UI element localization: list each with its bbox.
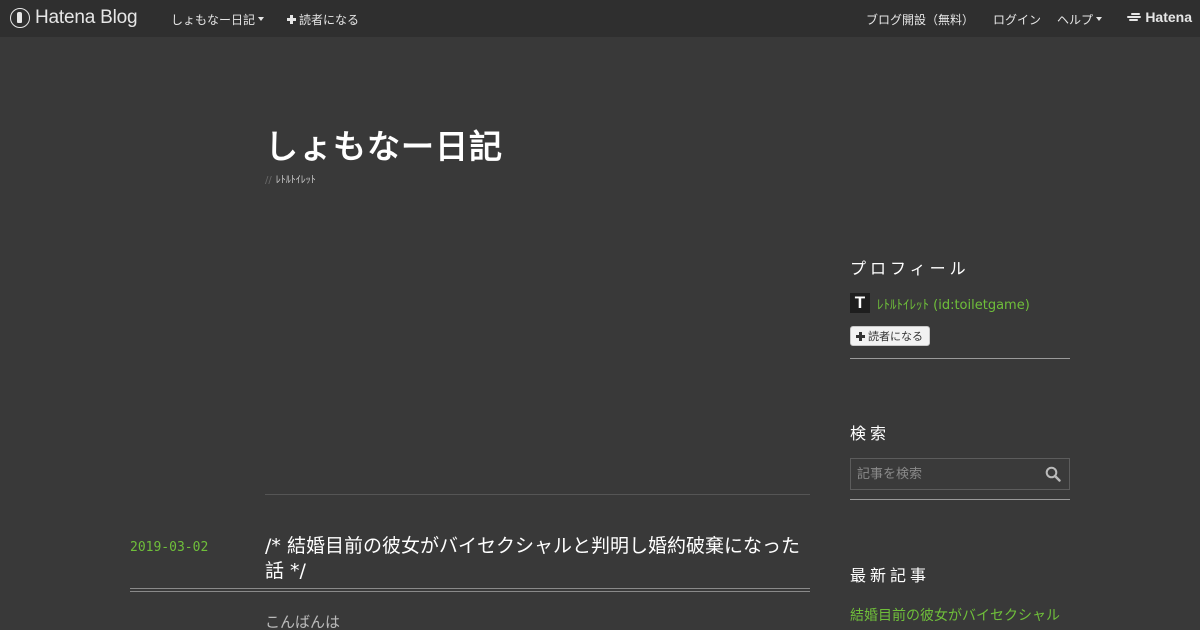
blog-menu-label: しょもなー日記 [171,12,256,27]
sidebar-divider [850,358,1070,359]
login-link[interactable]: ログイン [993,11,1041,27]
sidebar-divider [850,499,1070,500]
entry-title[interactable]: /* 結婚目前の彼女がバイセクシャルと判明し婚約破棄になった話 */ [265,534,810,584]
hatena-logo-text: Hatena [1145,9,1192,25]
entry-title-rule [130,588,810,592]
blog-title[interactable]: しょもなー日記 [265,120,503,168]
avatar[interactable]: T [850,293,870,313]
subscribe-button-label: 読者になる [868,330,923,343]
open-blog-label: ブログ開設（無料） [866,12,975,27]
plus-icon [856,331,865,341]
blog-menu-dropdown[interactable]: しょもなー日記 [171,11,265,27]
content-divider [265,494,810,495]
search-input[interactable] [851,459,1041,489]
description-prefix: // [265,175,272,186]
latest-entry-link[interactable]: 結婚目前の彼女がバイセクシャル [850,605,1060,625]
hatena-blog-logo[interactable]: Hatena Blog [10,7,138,29]
entry-body-text: こんばんは [265,613,341,630]
subscribe-label: 読者になる [299,12,360,27]
latest-heading: 最新記事 [850,566,931,585]
profile-row: T ﾚﾄﾙﾄｲﾚｯﾄ (id:toiletgame) [850,293,1030,313]
plus-icon [287,14,296,24]
caret-down-icon [1096,17,1103,21]
search-icon[interactable] [1045,466,1061,482]
entry-date[interactable]: 2019-03-02 [130,540,208,555]
subscribe-link[interactable]: 読者になる [287,11,359,27]
login-label: ログイン [993,12,1042,27]
search-box [850,458,1070,490]
hatena-lines-icon [1127,12,1142,22]
help-dropdown[interactable]: ヘルプ [1057,11,1103,27]
logo-text: Hatena Blog [35,7,138,28]
subscribe-button[interactable]: 読者になる [850,326,930,346]
description-text: ﾚﾄﾙﾄｲﾚｯﾄ [275,175,316,186]
search-heading: 検索 [850,424,891,443]
open-blog-link[interactable]: ブログ開設（無料） [866,11,974,27]
caret-down-icon [258,17,265,21]
hatena-logo[interactable]: Hatena [1127,9,1192,25]
global-header: Hatena Blog しょもなー日記 読者になる ブログ開設（無料） ログイン… [0,0,1200,37]
profile-heading: プロフィール [850,259,970,278]
help-label: ヘルプ [1057,12,1094,27]
hatena-blog-logo-icon [10,8,30,28]
blog-description: //ﾚﾄﾙﾄｲﾚｯﾄ [265,171,316,186]
profile-name-link[interactable]: ﾚﾄﾙﾄｲﾚｯﾄ (id:toiletgame) [877,294,1030,313]
